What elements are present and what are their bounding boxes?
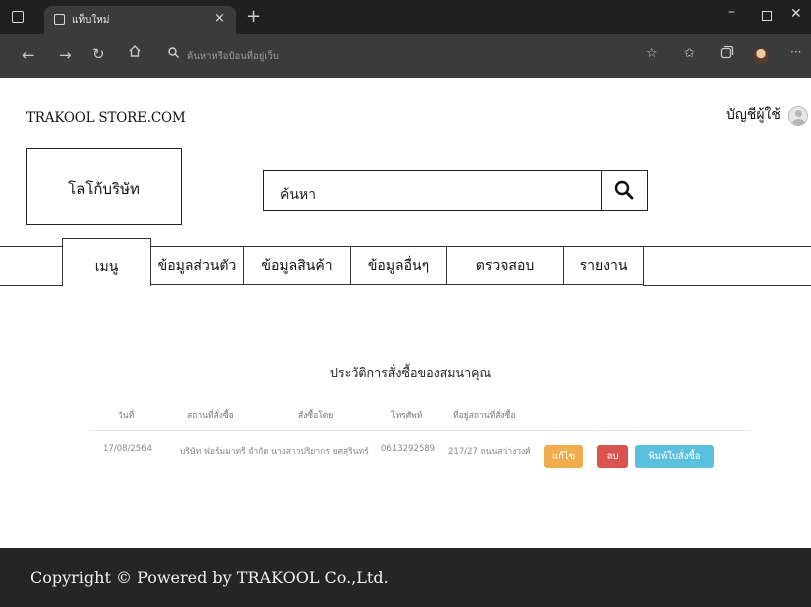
footer: Copyright © Powered by TRAKOOL Co.,Ltd. [0, 548, 811, 607]
search-button[interactable] [601, 171, 647, 210]
profile-icon[interactable] [753, 48, 769, 64]
cell-address: 217/27 ถนนสว่างวงศ์ [448, 447, 531, 457]
collections-icon[interactable] [720, 45, 734, 63]
browser-tab[interactable]: แท็บใหม่ × [44, 6, 236, 34]
cell-place: บริษัท ฟอร์มมาทรี จำกัด [180, 447, 269, 457]
nav-item-other[interactable]: ข้อมูลอื่นๆ [350, 246, 447, 285]
print-order-button[interactable]: พิมพ์ใบสั่งซื้อ [635, 445, 714, 468]
nav-item-report[interactable]: รายงาน [563, 246, 644, 285]
nav-divider [0, 285, 62, 286]
favorites-add-icon[interactable]: ☆ [646, 46, 658, 61]
search-icon [168, 47, 179, 62]
account-label[interactable]: บัญชีผู้ใช้ [726, 104, 781, 126]
account-avatar-icon[interactable] [788, 106, 808, 126]
search-input[interactable]: ค้นหา [280, 184, 316, 206]
history-title: ประวัติการสั่งซื้อของสมนาคุณ [330, 365, 492, 380]
forward-icon[interactable]: → [59, 46, 72, 64]
cell-phone: 0613292589 [381, 444, 436, 454]
nav-divider [0, 246, 62, 247]
nav-divider [643, 285, 811, 286]
table-divider [90, 430, 750, 431]
delete-button[interactable]: ลบ [597, 445, 628, 468]
column-header-place: สถานที่สั่งซื้อ [187, 411, 234, 421]
tab-actions-icon[interactable] [12, 11, 24, 23]
address-bar[interactable]: ค้นหาหรือป้อนที่อยู่เว็บ [160, 42, 632, 70]
edit-button[interactable]: แก้ไข [544, 445, 583, 468]
column-header-date: วันที่ [118, 411, 135, 421]
back-icon[interactable]: ← [22, 46, 35, 64]
minimize-button[interactable]: – [728, 4, 735, 20]
site-name[interactable]: TRAKOOL STORE.COM [26, 110, 186, 126]
tab-title: แท็บใหม่ [72, 15, 110, 26]
favorites-icon[interactable]: ✩ [684, 46, 695, 61]
column-header-phone: โทรศัพท์ [391, 411, 423, 421]
more-icon[interactable]: ··· [790, 45, 801, 59]
logo-text: โลโก้บริษัท [68, 180, 140, 198]
cell-date: 17/08/2564 [103, 444, 152, 454]
nav-item-products[interactable]: ข้อมูลสินค้า [243, 246, 351, 285]
maximize-button[interactable] [762, 11, 772, 21]
nav-item-menu[interactable]: เมนู [62, 238, 151, 286]
new-tab-button[interactable]: + [246, 6, 261, 27]
browser-titlebar: แท็บใหม่ × + – ✕ [0, 0, 811, 34]
nav-item-profile[interactable]: ข้อมูลส่วนตัว [150, 246, 244, 285]
search-icon [614, 180, 634, 200]
column-header-address: ที่อยู่สถานที่สั่งซื้อ [453, 411, 516, 421]
search-bar[interactable]: ค้นหา [263, 170, 648, 211]
tab-close-icon[interactable]: × [214, 11, 225, 26]
home-icon[interactable] [128, 44, 142, 62]
new-tab-page-icon [54, 14, 65, 25]
nav-item-check[interactable]: ตรวจสอบ [446, 246, 564, 285]
column-header-ordered-by: สั่งซื้อโดย [298, 411, 334, 421]
address-placeholder: ค้นหาหรือป้อนที่อยู่เว็บ [187, 51, 279, 62]
copyright-text: Copyright © Powered by TRAKOOL Co.,Ltd. [30, 568, 389, 587]
cell-ordered-by: นางสาวปริยากร ยศสุรินทร์ [271, 447, 369, 457]
company-logo: โลโก้บริษัท [26, 148, 182, 225]
close-window-button[interactable]: ✕ [790, 6, 802, 22]
browser-toolbar: ← → ↻ ค้นหาหรือป้อนที่อยู่เว็บ ☆ ✩ ··· [0, 34, 811, 78]
refresh-icon[interactable]: ↻ [92, 45, 105, 63]
